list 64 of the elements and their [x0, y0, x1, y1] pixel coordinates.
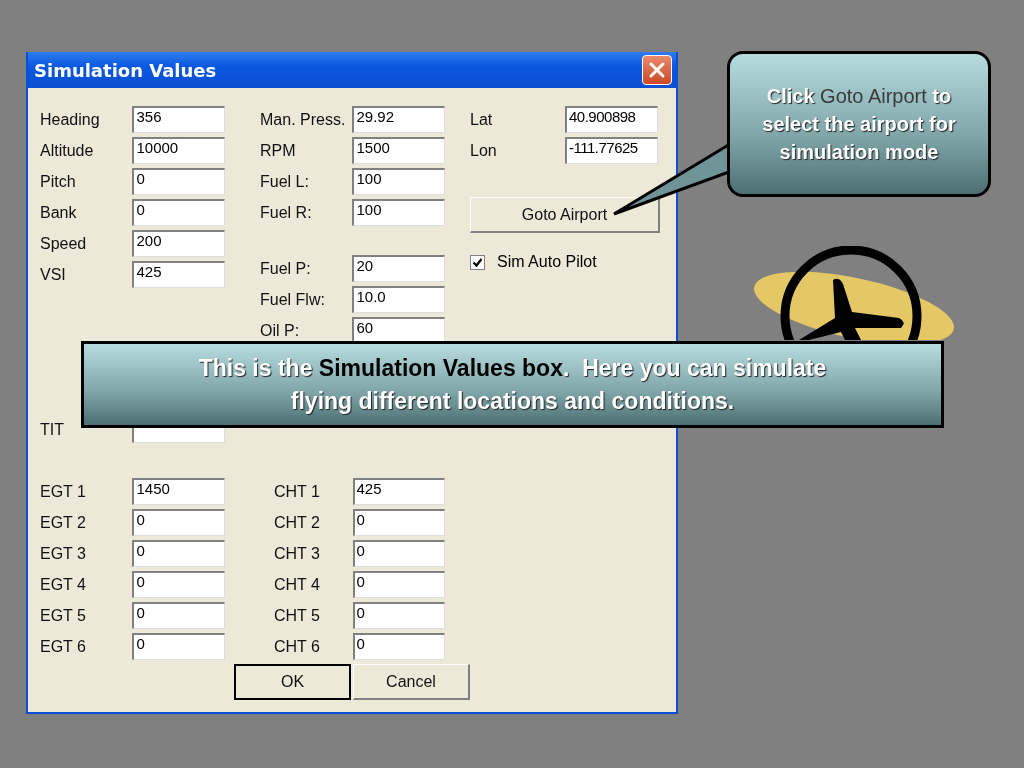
input-field[interactable]: 10.0	[352, 286, 445, 313]
input-field[interactable]: 29.92	[352, 106, 445, 133]
close-button[interactable]	[642, 55, 672, 85]
field-label: RPM	[260, 141, 297, 160]
input-field[interactable]: 200	[132, 230, 225, 257]
dialog-button[interactable]: Cancel	[353, 664, 470, 700]
field-label: CHT 2	[273, 513, 321, 532]
input-field[interactable]: 0	[132, 509, 225, 536]
input-field[interactable]: 356	[132, 106, 225, 133]
field-label: Fuel L:	[260, 172, 310, 191]
field-label: CHT 6	[273, 637, 321, 656]
input-field[interactable]: 425	[352, 478, 445, 505]
field-label: Altitude	[40, 141, 95, 160]
field-label: Fuel Flw:	[260, 290, 326, 309]
input-field[interactable]: 0	[352, 571, 445, 598]
field-label: EGT 2	[40, 513, 87, 532]
input-field[interactable]: 10000	[132, 137, 225, 164]
input-field[interactable]: 1500	[352, 137, 445, 164]
field-label: Fuel P:	[260, 259, 312, 278]
input-field[interactable]: 0	[352, 633, 445, 660]
field-label: EGT 6	[40, 637, 87, 656]
window-title: Simulation Values	[34, 59, 217, 81]
goto-airport-button[interactable]: Goto Airport	[470, 197, 660, 233]
checkbox-label: Sim Auto Pilot	[497, 253, 597, 271]
field-label: EGT 3	[40, 544, 87, 563]
input-field[interactable]: 0	[132, 633, 225, 660]
input-field[interactable]: 425	[132, 261, 225, 288]
field-label: VSI	[40, 265, 67, 284]
field-label: Fuel R:	[260, 203, 313, 222]
input-field[interactable]: 0	[132, 168, 225, 195]
input-field[interactable]: 100	[352, 199, 445, 226]
input-field[interactable]: 40.900898	[565, 106, 658, 133]
input-field[interactable]: 20	[352, 255, 445, 282]
input-field[interactable]: 100	[352, 168, 445, 195]
field-label: EGT 5	[40, 606, 87, 625]
input-field[interactable]: -111.77625	[565, 137, 658, 164]
input-field[interactable]: 0	[352, 509, 445, 536]
field-label: Speed	[40, 234, 88, 253]
field-label: Bank	[40, 203, 78, 222]
input-field[interactable]: 0	[132, 571, 225, 598]
field-label: Man. Press.	[260, 110, 347, 129]
input-field[interactable]: 1450	[132, 478, 225, 505]
input-field[interactable]: 0	[132, 199, 225, 226]
field-label: Lon	[470, 141, 498, 160]
field-label: EGT 4	[40, 575, 87, 594]
field-label: TIT	[40, 420, 65, 439]
field-label: CHT 4	[273, 575, 321, 594]
input-field[interactable]: 0	[132, 540, 225, 567]
dialog-button[interactable]: OK	[234, 664, 351, 700]
field-label: CHT 5	[273, 606, 321, 625]
input-field[interactable]: 0	[132, 602, 225, 629]
input-field[interactable]: 0	[352, 602, 445, 629]
field-label: Heading	[40, 110, 101, 129]
field-label: CHT 1	[273, 482, 321, 501]
callout-text: This is the Simulation Values box. Here you can simulate flying different locations and conditions.	[197, 354, 828, 416]
checkbox[interactable]	[470, 254, 485, 270]
field-label: Lat	[470, 110, 494, 129]
close-icon	[648, 61, 666, 79]
input-field[interactable]: 0	[352, 540, 445, 567]
field-label: EGT 1	[40, 482, 87, 501]
callout-text: Click Goto Airport to select the airport for simulation mode	[761, 84, 957, 165]
field-label: Pitch	[40, 172, 77, 191]
field-label: CHT 3	[273, 544, 321, 563]
field-label: Oil P:	[260, 321, 301, 340]
